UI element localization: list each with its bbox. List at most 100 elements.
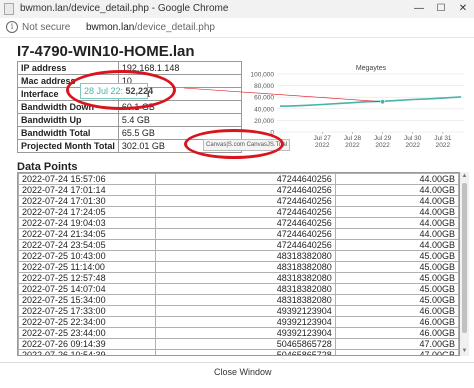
x-tick-label: Jul 27 2022	[314, 135, 332, 149]
y-tick-label: 40,000	[254, 106, 274, 113]
timestamp-cell: 2022-07-24 21:34:05	[18, 228, 156, 240]
table-row: 2022-07-25 17:33:00 49392123904 46.00GB	[18, 305, 459, 317]
window-titlebar: bwmon.lan/device_detail.php - Google Chr…	[0, 0, 474, 19]
gb-cell: 46.00GB	[334, 305, 459, 317]
address-bar[interactable]: i Not secure bwmon.lan/device_detail.php	[0, 18, 474, 38]
info-row: Bandwidth Up 5.4 GB	[17, 113, 243, 127]
bytes-cell: 49392123904	[155, 316, 336, 328]
gb-cell: 44.00GB	[334, 239, 459, 251]
timestamp-cell: 2022-07-25 12:57:48	[18, 272, 156, 284]
info-row: Bandwidth Down 60.1 GB	[17, 100, 243, 114]
window-title: bwmon.lan/device_detail.php - Google Chr…	[20, 3, 229, 14]
bytes-cell: 47244640256	[155, 184, 336, 196]
table-row: 2022-07-25 14:07:04 48318382080 45.00GB	[18, 283, 459, 295]
timestamp-cell: 2022-07-24 15:57:06	[18, 173, 156, 185]
x-tick-label: Jul 29 2022	[374, 135, 392, 149]
y-tick-label: 80,000	[254, 83, 274, 90]
gb-cell: 44.00GB	[334, 217, 459, 229]
table-row: 2022-07-24 17:01:14 47244640256 44.00GB	[18, 184, 459, 196]
x-tick-label: Jul 30 2022	[404, 135, 422, 149]
highlight-point	[380, 99, 386, 105]
close-window-link[interactable]: Close Window	[210, 367, 276, 377]
timestamp-cell: 2022-07-25 10:43:00	[18, 250, 156, 262]
bytes-cell: 47244640256	[155, 217, 336, 229]
table-row: 2022-07-24 17:24:05 47244640256 44.00GB	[18, 206, 459, 218]
info-value: 65.5 GB	[117, 126, 243, 140]
bytes-cell: 50465865728	[155, 349, 336, 355]
table-row: 2022-07-26 10:54:39 50465865728 47.00GB	[18, 349, 459, 355]
timestamp-cell: 2022-07-25 14:07:04	[18, 283, 156, 295]
maximize-button[interactable]: ☐	[430, 0, 452, 18]
bytes-cell: 48318382080	[155, 250, 336, 262]
info-label: Bandwidth Up	[17, 113, 119, 127]
gb-cell: 44.00GB	[334, 206, 459, 218]
bytes-cell: 48318382080	[155, 283, 336, 295]
close-window-button[interactable]: ✕	[452, 0, 474, 18]
bytes-cell: 48318382080	[155, 261, 336, 273]
tooltip-value: 52,224	[125, 86, 154, 96]
info-icon[interactable]: i	[6, 21, 18, 33]
table-row: 2022-07-24 19:04:03 47244640256 44.00GB	[18, 217, 459, 229]
canvasjs-trial-label: Canvas|S.com CanvasJS.Trial	[203, 139, 291, 151]
url-text[interactable]: bwmon.lan/device_detail.php	[86, 22, 215, 33]
table-row: 2022-07-25 15:34:00 48318382080 45.00GB	[18, 294, 459, 306]
x-tick-label: Jul 28 2022	[344, 135, 362, 149]
gb-cell: 44.00GB	[334, 195, 459, 207]
bytes-cell: 47244640256	[155, 173, 336, 185]
info-label: Bandwidth Total	[17, 126, 119, 140]
info-value: 5.4 GB	[117, 113, 243, 127]
y-tick-label: 20,000	[254, 118, 274, 125]
bytes-cell: 49392123904	[155, 305, 336, 317]
bytes-cell: 48318382080	[155, 272, 336, 284]
minimize-button[interactable]: —	[408, 0, 430, 18]
y-tick-label: 60,000	[254, 95, 274, 102]
scroll-down-arrow[interactable]: ▼	[460, 347, 469, 356]
table-row: 2022-07-24 15:57:06 47244640256 44.00GB	[18, 173, 459, 185]
security-status[interactable]: Not secure	[22, 22, 70, 33]
bytes-cell: 47244640256	[155, 228, 336, 240]
scroll-up-arrow[interactable]: ▲	[460, 172, 469, 181]
info-label: Bandwidth Down	[17, 100, 119, 114]
url-path: /device_detail.php	[134, 22, 215, 33]
data-points-table: 2022-07-24 15:57:06 47244640256 44.00GB 202…	[18, 173, 459, 355]
timestamp-cell: 2022-07-25 11:14:00	[18, 261, 156, 273]
gb-cell: 44.00GB	[334, 173, 459, 185]
device-name: I7-4790-WIN10-HOME.lan	[17, 43, 195, 60]
y-tick-label: 0	[270, 130, 274, 137]
bytes-cell: 47244640256	[155, 206, 336, 218]
gb-cell: 46.00GB	[334, 316, 459, 328]
gb-cell: 47.00GB	[334, 338, 459, 350]
table-row: 2022-07-24 23:54:05 47244640256 44.00GB	[18, 239, 459, 251]
gb-cell: 45.00GB	[334, 283, 459, 295]
y-tick-label: 100,000	[251, 72, 275, 79]
gb-cell: 45.00GB	[334, 272, 459, 284]
timestamp-cell: 2022-07-26 10:54:39	[18, 349, 156, 355]
table-row: 2022-07-26 09:14:39 50465865728 47.00GB	[18, 338, 459, 350]
page-icon	[4, 3, 14, 15]
url-host: bwmon.lan	[86, 22, 135, 33]
timestamp-cell: 2022-07-25 23:44:00	[18, 327, 156, 339]
table-row: 2022-07-25 11:14:00 48318382080 45.00GB	[18, 261, 459, 273]
data-points-table-wrap[interactable]: 2022-07-24 15:57:06 47244640256 44.00GB 202…	[17, 172, 460, 356]
table-row: 2022-07-24 21:34:05 47244640256 44.00GB	[18, 228, 459, 240]
scroll-thumb[interactable]	[462, 183, 467, 333]
bytes-cell: 50465865728	[155, 338, 336, 350]
vertical-scrollbar[interactable]: ▲ ▼	[460, 172, 469, 356]
table-row: 2022-07-25 22:34:00 49392123904 46.00GB	[18, 316, 459, 328]
gb-cell: 44.00GB	[334, 184, 459, 196]
x-tick-label: Jul 31 2022	[434, 135, 452, 149]
timestamp-cell: 2022-07-24 17:01:14	[18, 184, 156, 196]
gb-cell: 45.00GB	[334, 261, 459, 273]
timestamp-cell: 2022-07-25 15:34:00	[18, 294, 156, 306]
gb-cell: 46.00GB	[334, 327, 459, 339]
info-row: IP address 192.168.1.148	[17, 61, 243, 75]
footer: Close Window	[0, 362, 474, 388]
bytes-cell: 47244640256	[155, 195, 336, 207]
gb-cell: 47.00GB	[334, 349, 459, 355]
gb-cell: 45.00GB	[334, 294, 459, 306]
table-row: 2022-07-24 17:01:30 47244640256 44.00GB	[18, 195, 459, 207]
table-row: 2022-07-25 23:44:00 49392123904 46.00GB	[18, 327, 459, 339]
timestamp-cell: 2022-07-24 17:24:05	[18, 206, 156, 218]
chart-tooltip: 28 Jul 22: 52,224	[80, 83, 153, 99]
info-label: IP address	[17, 61, 119, 75]
